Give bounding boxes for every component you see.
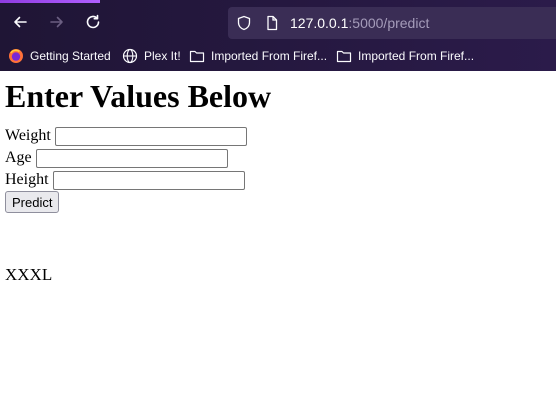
bookmark-label: Plex It!: [144, 49, 181, 63]
bookmark-plex-it[interactable]: Plex It!: [122, 46, 181, 66]
bookmark-folder-imported-2[interactable]: Imported From Firef...: [336, 46, 474, 66]
browser-chrome: 127.0.0.1:5000/predict Getting Started P…: [0, 0, 556, 71]
browser-toolbar: 127.0.0.1:5000/predict: [0, 4, 556, 40]
predict-button[interactable]: Predict: [5, 191, 60, 213]
predict-form: Weight Age Height Predict: [5, 125, 556, 213]
url-bar[interactable]: 127.0.0.1:5000/predict: [228, 7, 556, 39]
age-row: Age: [5, 147, 556, 169]
forward-button[interactable]: [45, 10, 69, 34]
url-host: 127.0.0.1: [290, 15, 349, 31]
folder-icon: [336, 50, 352, 63]
weight-input[interactable]: [54, 126, 247, 146]
shield-icon[interactable]: [236, 15, 252, 31]
url-text[interactable]: 127.0.0.1:5000/predict: [290, 15, 429, 31]
height-label: Height: [5, 171, 49, 188]
folder-icon: [189, 50, 205, 63]
page-icon[interactable]: [264, 15, 280, 31]
bookmark-getting-started[interactable]: Getting Started: [8, 46, 111, 66]
bookmark-label: Getting Started: [30, 49, 111, 63]
url-path: :5000/predict: [348, 15, 430, 31]
reload-icon: [86, 14, 100, 29]
bookmark-folder-imported-1[interactable]: Imported From Firef...: [189, 46, 327, 66]
firefox-icon: [9, 49, 23, 63]
reload-button[interactable]: [81, 10, 105, 34]
back-arrow-icon: [14, 16, 27, 28]
page-content: Enter Values Below Weight Age Height Pre…: [0, 77, 556, 285]
page-heading: Enter Values Below: [5, 78, 272, 114]
weight-row: Weight: [5, 125, 556, 147]
forward-arrow-icon: [50, 16, 63, 28]
bookmark-label: Imported From Firef...: [358, 49, 475, 63]
bookmarks-bar: Getting Started Plex It! Imported From F…: [0, 44, 556, 68]
active-tab-indicator: [0, 0, 100, 3]
age-input[interactable]: [35, 148, 228, 168]
height-row: Height: [5, 169, 556, 191]
age-label: Age: [5, 149, 32, 166]
prediction-result: XXXL: [5, 265, 53, 284]
height-input[interactable]: [52, 170, 245, 190]
back-button[interactable]: [8, 10, 32, 34]
weight-label: Weight: [5, 127, 51, 144]
bookmark-label: Imported From Firef...: [211, 49, 328, 63]
globe-icon: [122, 48, 138, 64]
